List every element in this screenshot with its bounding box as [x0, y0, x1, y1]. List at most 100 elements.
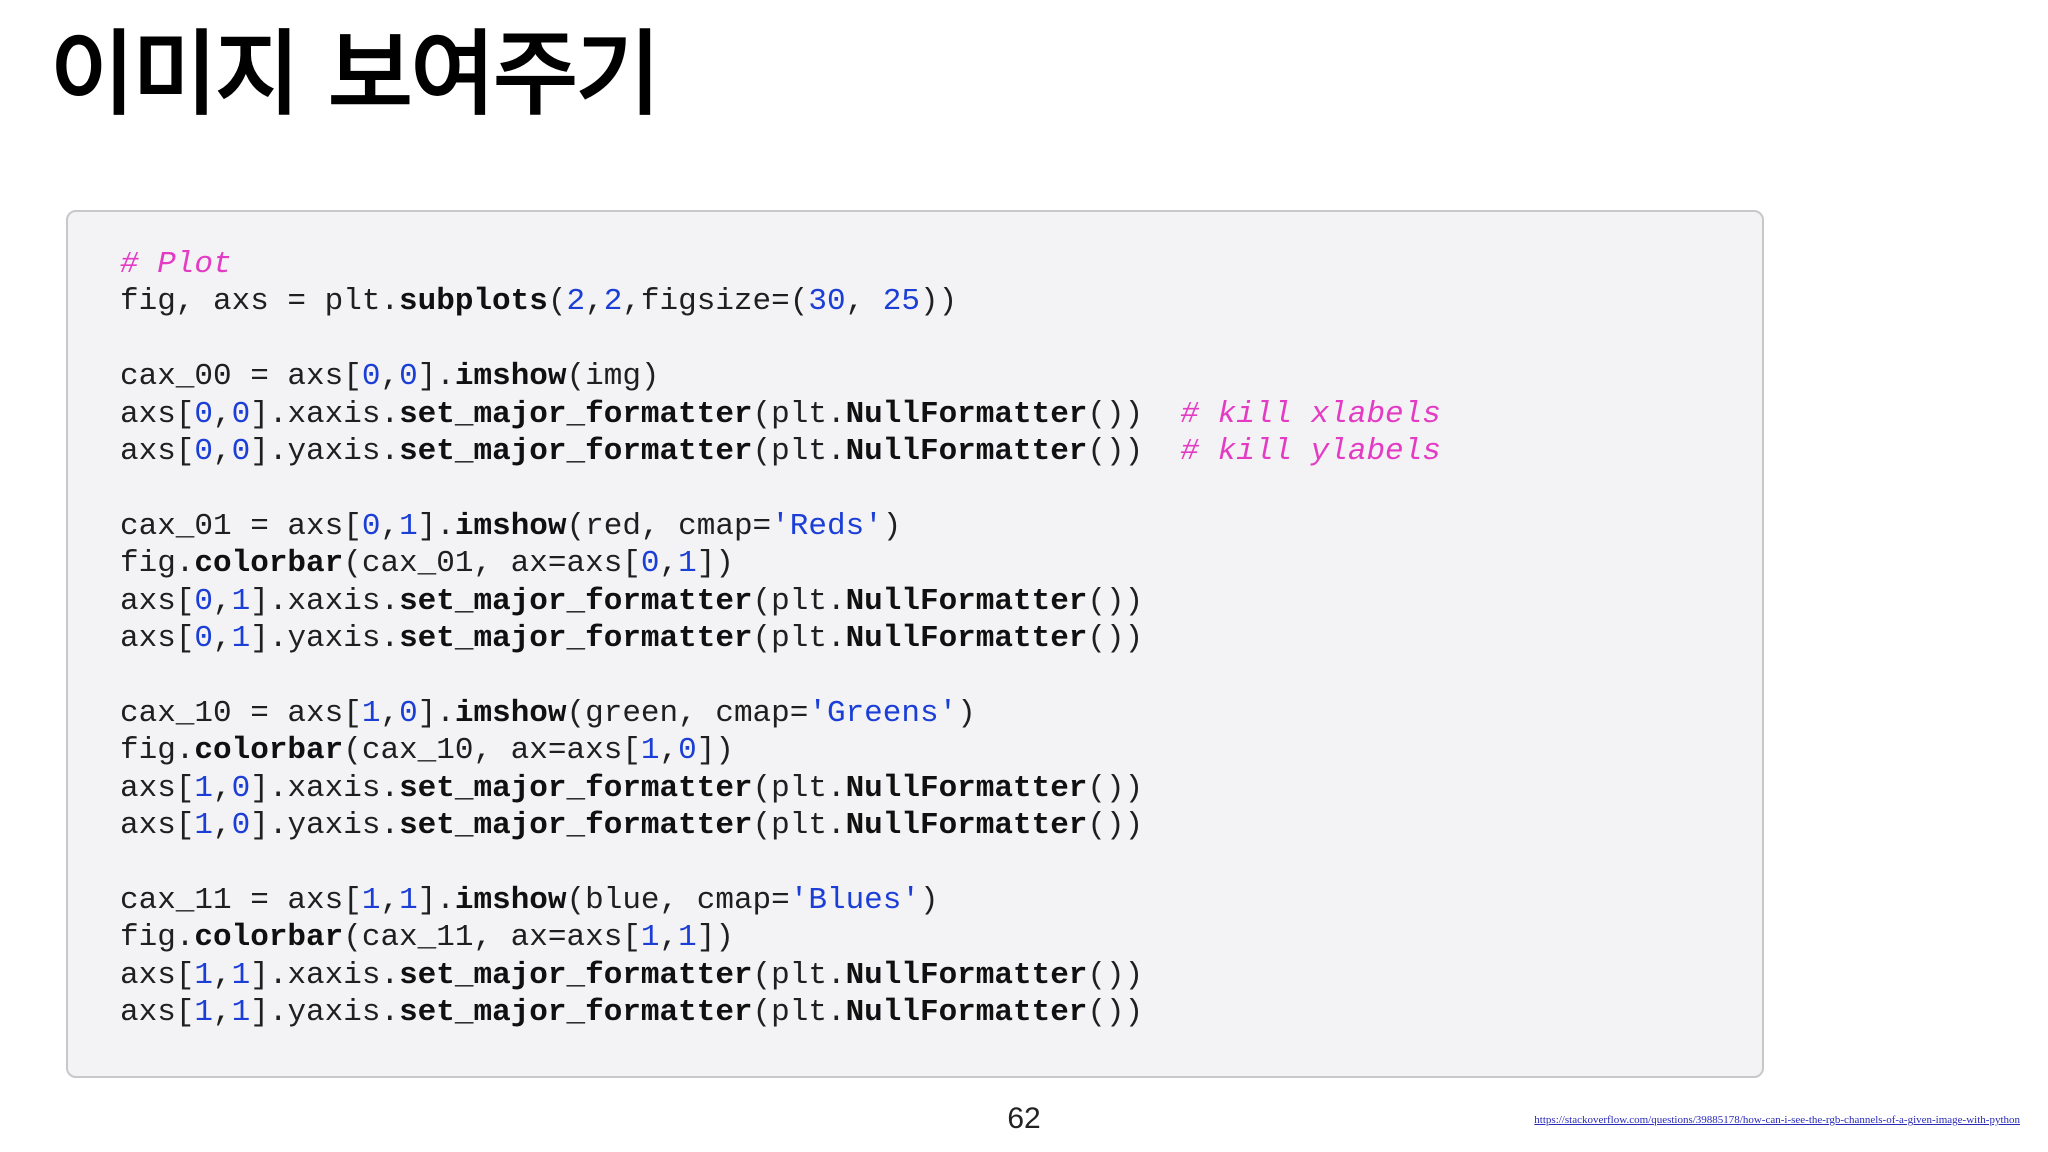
code-number: 1: [640, 920, 660, 956]
code-text: ,: [659, 546, 679, 582]
code-text: ].xaxis.: [250, 770, 400, 806]
code-string: 'Blues': [789, 882, 920, 918]
code-text: axs[: [120, 583, 195, 619]
code-text: (img): [566, 359, 660, 395]
code-text: cax_10 = axs[: [120, 695, 362, 731]
code-text: ,: [659, 920, 679, 956]
code-text: (plt.: [752, 434, 846, 470]
code-text: ,: [213, 995, 232, 1031]
code-function: colorbar: [194, 733, 344, 769]
code-string: 'Reds': [771, 508, 883, 544]
code-number: 1: [399, 508, 418, 544]
code-text: (plt.: [752, 995, 846, 1031]
code-text: ()): [1087, 396, 1181, 432]
code-number: 0: [231, 808, 251, 844]
code-number: 0: [399, 695, 418, 731]
code-text: ,: [213, 396, 232, 432]
code-text: axs[: [120, 808, 195, 844]
code-number: 1: [640, 733, 660, 769]
code-function: imshow: [454, 882, 567, 918]
code-text: ,: [380, 695, 400, 731]
code-text: ,: [213, 583, 232, 619]
code-text: ,: [585, 284, 604, 320]
code-text: axs[: [120, 957, 195, 993]
code-function: NullFormatter: [845, 957, 1088, 993]
source-link[interactable]: https://stackoverflow.com/questions/3988…: [1534, 1114, 2020, 1126]
code-line: cax_01 = axs[0,1].imshow(red, cmap='Reds…: [120, 508, 1441, 545]
code-text: ].yaxis.: [250, 995, 400, 1031]
code-text: fig.: [120, 733, 195, 769]
code-text: (red, cmap=: [566, 508, 772, 544]
code-text: fig.: [120, 920, 195, 956]
code-function: NullFormatter: [845, 770, 1088, 806]
slide-title: 이미지 보여주기: [50, 21, 661, 128]
code-number: 0: [399, 359, 418, 395]
code-number: 1: [361, 882, 381, 918]
code-function: NullFormatter: [845, 434, 1088, 470]
code-number: 1: [194, 808, 214, 844]
code-number: 1: [231, 995, 251, 1031]
code-number: 0: [678, 733, 697, 769]
code-function: set_major_formatter: [399, 583, 753, 619]
code-text: (green, cmap=: [566, 695, 809, 731]
code-text: axs[: [120, 621, 195, 657]
code-number: 0: [361, 359, 381, 395]
code-function: NullFormatter: [845, 621, 1088, 657]
code-text: (plt.: [752, 396, 846, 432]
code-number: 1: [194, 957, 214, 993]
code-function: set_major_formatter: [399, 770, 753, 806]
code-text: ()): [1087, 995, 1144, 1031]
code-text: ].xaxis.: [250, 957, 400, 993]
code-number: 0: [194, 396, 214, 432]
code-text: ,: [213, 808, 232, 844]
code-text: (cax_10, ax=axs[: [343, 733, 641, 769]
code-function: subplots: [399, 284, 548, 320]
code-text: ].yaxis.: [250, 808, 400, 844]
code-number: 0: [231, 396, 251, 432]
code-text: axs[: [120, 434, 195, 470]
code-text: axs[: [120, 770, 195, 806]
code-text: fig.: [120, 546, 195, 582]
code-number: 0: [231, 434, 251, 470]
code-text: axs[: [120, 995, 195, 1031]
code-text: ,figsize=(: [622, 284, 809, 320]
code-function: set_major_formatter: [399, 434, 753, 470]
code-text: fig, axs = plt.: [120, 284, 400, 320]
code-text: (plt.: [752, 957, 846, 993]
code-function: NullFormatter: [845, 583, 1088, 619]
code-number: 0: [231, 770, 251, 806]
code-text: ,: [213, 957, 232, 993]
code-number: 2: [566, 284, 586, 320]
code-function: NullFormatter: [845, 995, 1088, 1031]
code-text: ].xaxis.: [250, 583, 400, 619]
code-text: ,: [659, 733, 679, 769]
code-text: ,: [213, 770, 232, 806]
code-comment: # kill ylabels: [1180, 434, 1441, 470]
code-function: colorbar: [194, 920, 344, 956]
code-text: ()): [1087, 621, 1144, 657]
code-number: 0: [640, 546, 660, 582]
code-number: 1: [231, 621, 251, 657]
code-text: ()): [1087, 583, 1144, 619]
code-number: 0: [194, 434, 214, 470]
code-line: fig.colorbar(cax_11, ax=axs[1,1]): [120, 919, 1441, 956]
code-line: axs[0,0].yaxis.set_major_formatter(plt.N…: [120, 433, 1441, 470]
code-number: 30: [808, 284, 846, 320]
code-text: (cax_01, ax=axs[: [343, 546, 641, 582]
code-text: (: [547, 284, 567, 320]
code-text: ): [920, 882, 939, 918]
code-comment: # Plot: [120, 247, 232, 282]
code-number: 0: [361, 508, 381, 544]
code-function: set_major_formatter: [399, 995, 753, 1031]
code-text: axs[: [120, 396, 195, 432]
code-text: (plt.: [752, 770, 846, 806]
code-function: NullFormatter: [845, 808, 1088, 844]
code-line: axs[0,1].xaxis.set_major_formatter(plt.N…: [120, 583, 1441, 620]
code-string: 'Greens': [808, 695, 958, 731]
code-text: ].: [417, 508, 455, 544]
code-comment: # kill xlabels: [1180, 396, 1441, 432]
code-text: (plt.: [752, 808, 846, 844]
code-text: ()): [1087, 434, 1181, 470]
